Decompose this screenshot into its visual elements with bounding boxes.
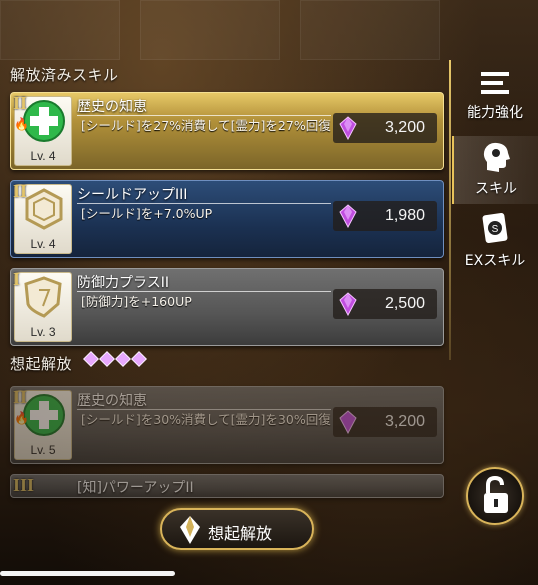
bg-panel: [140, 0, 280, 60]
skill-rank: II: [13, 181, 28, 201]
flame-icon: 🔥: [14, 117, 29, 131]
awaken-unlock-button[interactable]: 想起解放: [160, 508, 314, 550]
skill-description: [防御力]を+160UP: [81, 294, 192, 309]
skill-level: Lv. 3: [30, 325, 56, 339]
skill-name: 防御力プラスII: [77, 275, 169, 291]
gem-icon: [131, 351, 147, 367]
gem-icon: [339, 292, 357, 316]
shield-icon: [24, 276, 62, 318]
skill-name: [知]パワーアップII: [77, 480, 194, 496]
head-icon: [483, 142, 510, 172]
cost-value: 1,980: [384, 207, 425, 224]
gem-icon: [99, 351, 115, 367]
heal-cross-icon: [23, 100, 65, 142]
awaken-gems: [83, 351, 148, 370]
bg-panel: [0, 0, 120, 60]
hexagon-shield-icon: [25, 188, 63, 230]
home-indicator: [0, 571, 175, 576]
cost-value: 3,200: [384, 413, 425, 430]
skill-rank: II: [13, 387, 28, 407]
gem-icon: [339, 116, 357, 140]
gem-icon: [83, 351, 99, 367]
skill-cost: 3,200: [333, 407, 437, 437]
skill-cost: 1,980: [333, 201, 437, 231]
side-tab-exskill[interactable]: S EXスキル: [452, 210, 538, 276]
skill-name: シールドアップIII: [77, 187, 188, 203]
skill-level: Lv. 4: [30, 149, 56, 163]
skill-name: 歴史の知恵: [77, 393, 147, 409]
skill-icon-box: Lv. 3: [14, 272, 72, 342]
skill-description: [シールド]を+7.0%UP: [81, 206, 213, 221]
svg-text:S: S: [492, 224, 499, 235]
gem-icon: [115, 351, 131, 367]
flame-icon: 🔥: [14, 411, 29, 425]
skill-description: [シールド]を27%消費して[霊力]を27%回復: [81, 118, 331, 133]
skill-cost: 3,200: [333, 113, 437, 143]
divider: [77, 291, 331, 292]
divider: [77, 203, 331, 204]
ex-card-icon: S: [482, 212, 508, 244]
crystal-icon: [180, 516, 200, 544]
locked-skill-card[interactable]: Lv. 5 II 🔥 歴史の知恵 [シールド]を30%消費して[霊力]を30%回…: [10, 386, 444, 464]
skill-name: 歴史の知恵: [77, 99, 147, 115]
skill-card[interactable]: Lv. 4 II シールドアップIII [シールド]を+7.0%UP 1,980: [10, 180, 444, 258]
skill-rank: I: [13, 269, 21, 289]
heal-cross-icon: [23, 394, 65, 436]
unlock-icon: [484, 475, 508, 513]
gem-icon: [339, 204, 357, 228]
skill-description: [シールド]を30%消費して[霊力]を30%回復: [81, 412, 331, 427]
skill-card[interactable]: Lv. 3 I 防御力プラスII [防御力]を+160UP 2,500: [10, 268, 444, 346]
skill-rank: II: [13, 93, 28, 113]
side-tab-label: EXスキル: [464, 253, 526, 269]
skill-card[interactable]: Lv. 4 II 🔥 歴史の知恵 [シールド]を27%消費して[霊力]を27%回…: [10, 92, 444, 170]
section-title-awaken: 想起解放: [10, 355, 73, 373]
skill-rank: III: [13, 475, 35, 495]
divider: [77, 115, 331, 116]
cost-value: 2,500: [384, 295, 425, 312]
locked-skill-card[interactable]: III [知]パワーアップII: [10, 474, 444, 498]
side-tab-skill[interactable]: スキル: [452, 136, 538, 204]
gem-icon: [339, 410, 357, 434]
side-divider: [449, 60, 451, 360]
cost-value: 3,200: [384, 119, 425, 136]
lock-toggle-button[interactable]: [466, 467, 524, 525]
side-tab-ability[interactable]: 能力強化: [452, 68, 538, 134]
skill-cost: 2,500: [333, 289, 437, 319]
skill-level: Lv. 5: [30, 443, 56, 457]
side-tab-label: 能力強化: [467, 105, 523, 121]
section-title-unlocked: 解放済みスキル: [10, 66, 119, 84]
bg-panel: [300, 0, 440, 60]
skill-level: Lv. 4: [30, 237, 56, 251]
awaken-unlock-label: 想起解放: [208, 524, 273, 543]
divider: [77, 409, 331, 410]
side-tab-label: スキル: [475, 181, 517, 197]
menu-bars-icon: [481, 72, 509, 94]
